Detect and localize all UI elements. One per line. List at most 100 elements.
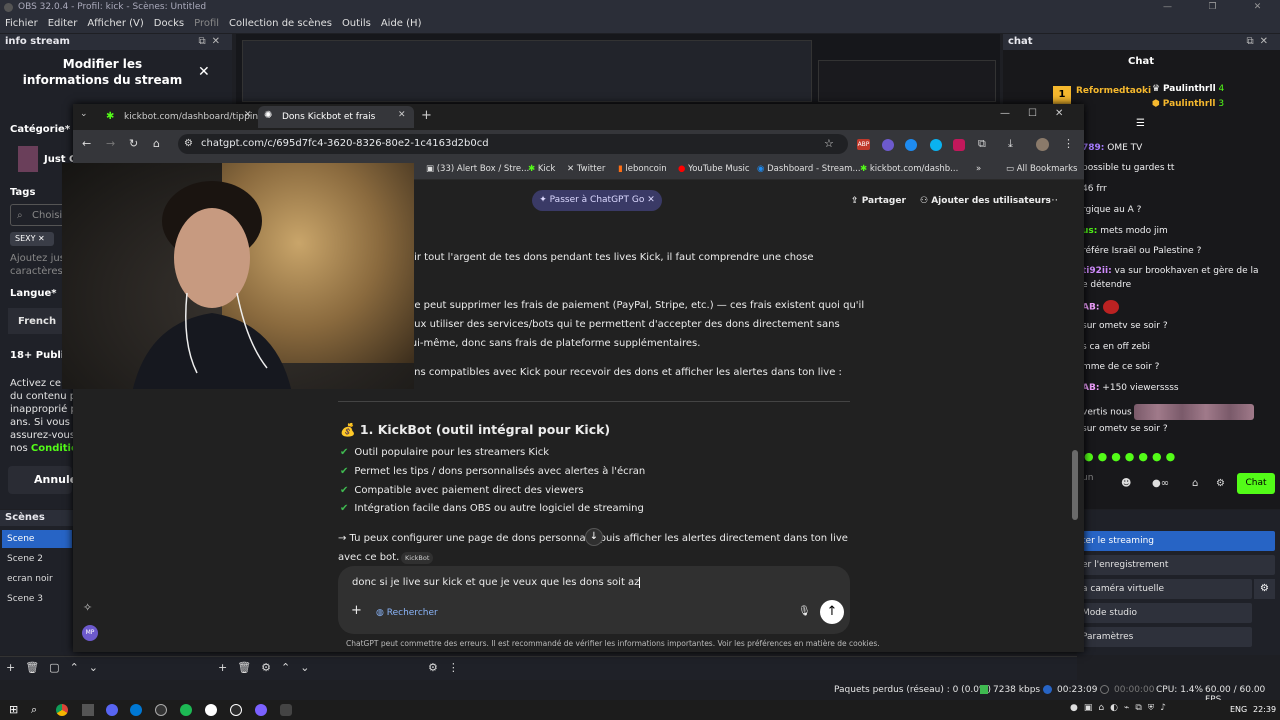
chat-user[interactable]: AB: [1082, 383, 1099, 393]
gear-icon[interactable]: ⚙ [1254, 579, 1275, 599]
source-toolbar-icons[interactable]: +🗑⚙⌃⌄ [218, 661, 319, 674]
bookmark-item[interactable]: ◉ Dashboard - Stream... [757, 162, 861, 176]
windows-start-icon[interactable]: ⊞ [9, 703, 18, 716]
chat-send-button[interactable]: Chat [1237, 473, 1275, 494]
scene-item[interactable]: ecran noir [2, 570, 72, 588]
bookmark-item[interactable]: ▣ (33) Alert Box / Stre... [426, 162, 529, 176]
downloads-icon[interactable]: ⤓ [1008, 137, 1013, 151]
search-toggle[interactable]: ◍ Rechercher [376, 606, 438, 620]
more-options-icon[interactable]: ⋯ [1048, 194, 1058, 208]
close-icon[interactable]: ✕ [1235, 0, 1280, 15]
bookmark-star-icon[interactable]: ☆ [824, 137, 834, 150]
attach-icon[interactable]: + [351, 604, 362, 618]
bookmark-item[interactable]: ▮ leboncoin [618, 162, 667, 176]
maximize-icon[interactable]: ❐ [1190, 0, 1235, 15]
url-bar[interactable]: chatgpt.com/c/695d7fc4-3620-8326-80e2-1c… [178, 134, 848, 154]
tray-icons[interactable]: ●▣⌂◐⌁⧉⛨♪ [1070, 703, 1172, 713]
chrome-icon[interactable] [56, 704, 68, 716]
scroll-down-button[interactable]: ↓ [585, 528, 603, 546]
tab-kickbot[interactable]: kickbot.com/dashboard/tipping [100, 106, 260, 128]
extension-icon[interactable] [930, 139, 942, 151]
gear-icon[interactable]: ⚙ [1216, 478, 1225, 489]
site-info-icon[interactable]: ⚙ [184, 138, 193, 149]
extension-icon[interactable] [882, 139, 894, 151]
remove-tag-icon[interactable]: ✕ [38, 234, 45, 243]
bookmark-item[interactable]: ✕ Twitter [567, 162, 605, 176]
more-bookmarks-icon[interactable]: » [976, 162, 981, 176]
taskbar-app-icon[interactable] [130, 704, 142, 716]
tab-search-icon[interactable]: ⌄ [80, 109, 88, 119]
menu-fichier[interactable]: Fichier [5, 15, 38, 33]
chat-user[interactable]: ti92ii: [1082, 266, 1112, 276]
spotify-icon[interactable] [180, 704, 192, 716]
profile-avatar[interactable] [1036, 138, 1049, 151]
forward-icon[interactable]: → [106, 137, 115, 150]
menu-outils[interactable]: Outils [342, 15, 371, 33]
chat-user[interactable]: AB: [1082, 303, 1099, 313]
points-icon[interactable]: ●∞ [1152, 478, 1169, 489]
extensions-puzzle-icon[interactable]: ⧉ [978, 137, 986, 151]
taskbar-app-icon[interactable] [205, 704, 217, 716]
scrollbar[interactable] [1072, 450, 1078, 520]
close-icon[interactable]: ✕ [198, 64, 210, 80]
extension-icon[interactable] [953, 139, 965, 151]
composer-input[interactable]: donc si je live sur kick et que je veux … [352, 576, 641, 590]
microphone-icon[interactable]: 🎙 [798, 605, 811, 619]
menu-editer[interactable]: Editer [48, 15, 78, 33]
scene-item[interactable]: Scene 2 [2, 550, 72, 568]
chat-input[interactable]: un [1082, 469, 1142, 497]
settings-button[interactable]: Paramètres [1077, 627, 1252, 647]
adblock-icon[interactable]: ABP [857, 139, 870, 150]
clock[interactable]: 22:39 [1253, 705, 1276, 714]
window-controls[interactable]: —☐✕ [1000, 108, 1081, 119]
discord-icon[interactable] [106, 704, 118, 716]
all-bookmarks[interactable]: ▭ All Bookmarks [1006, 162, 1077, 176]
menu-aide[interactable]: Aide (H) [381, 15, 422, 33]
upgrade-go-button[interactable]: ✦ Passer à ChatGPT Go ✕ [532, 190, 662, 211]
virtual-camera-button[interactable]: a caméra virtuelle [1077, 579, 1252, 599]
dock-controls[interactable]: ⧉✕ [198, 34, 226, 50]
emote-bar[interactable]: ●●●●●●● [1084, 450, 1179, 463]
sparkle-icon[interactable]: ✧ [83, 601, 92, 614]
bookmark-item[interactable]: ✱ kickbot.com/dashb... [860, 162, 958, 176]
bookmark-item[interactable]: ● YouTube Music [678, 162, 750, 176]
minimize-icon[interactable]: — [1145, 0, 1190, 15]
close-tab-icon[interactable]: ✕ [398, 110, 406, 120]
back-icon[interactable]: ← [82, 137, 91, 150]
dock-controls[interactable]: ⧉✕ [1246, 34, 1274, 50]
menu-docks[interactable]: Docks [154, 15, 184, 33]
obs-icon[interactable] [155, 704, 167, 716]
home-icon[interactable]: ⌂ [153, 137, 160, 150]
taskbar-app-icon[interactable] [230, 704, 242, 716]
start-recording-button[interactable]: er l'enregistrement [1077, 555, 1275, 575]
tag-chip[interactable]: SEXY ✕ [10, 232, 54, 246]
taskbar-app-icon[interactable] [82, 704, 94, 716]
taskbar-app-icon[interactable] [255, 704, 267, 716]
mixer-toolbar-icons[interactable]: ⚙⋮ [428, 661, 469, 674]
new-tab-icon[interactable]: + [421, 108, 432, 123]
menu-afficher[interactable]: Afficher (V) [87, 15, 143, 33]
start-streaming-button[interactable]: ter le streaming [1077, 531, 1275, 551]
add-users-button[interactable]: ⚇ Ajouter des utilisateurs [920, 194, 1051, 208]
scene-item[interactable]: Scene 3 [2, 590, 72, 608]
tab-chatgpt[interactable]: Dons Kickbot et frais [258, 106, 414, 128]
scene-item[interactable]: Scene [2, 530, 72, 548]
share-button[interactable]: ⇪ Partager [851, 194, 906, 208]
source-chip[interactable]: KickBot [401, 552, 434, 564]
studio-mode-button[interactable]: Mode studio [1077, 603, 1252, 623]
reload-icon[interactable]: ↻ [129, 137, 138, 150]
menu-collection[interactable]: Collection de scènes [229, 15, 332, 33]
scene-toolbar-icons[interactable]: +🗑▢⌃⌄ [6, 661, 108, 674]
pin-icon[interactable]: ☰ [1136, 118, 1145, 129]
extension-icon[interactable] [905, 139, 917, 151]
taskbar-app-icon[interactable] [280, 704, 292, 716]
close-tab-icon[interactable]: ✕ [244, 110, 252, 120]
store-icon[interactable]: ⌂ [1192, 478, 1198, 489]
chat-user[interactable]: us: [1082, 226, 1097, 236]
input-language[interactable]: ENG [1230, 705, 1247, 714]
menu-profil[interactable]: Profil [194, 15, 219, 33]
search-icon[interactable]: ⌕ [31, 703, 37, 717]
menu-kebab-icon[interactable]: ⋮ [1063, 137, 1074, 150]
user-avatar[interactable]: MP [82, 625, 98, 641]
chat-user[interactable]: 789: [1082, 143, 1104, 153]
